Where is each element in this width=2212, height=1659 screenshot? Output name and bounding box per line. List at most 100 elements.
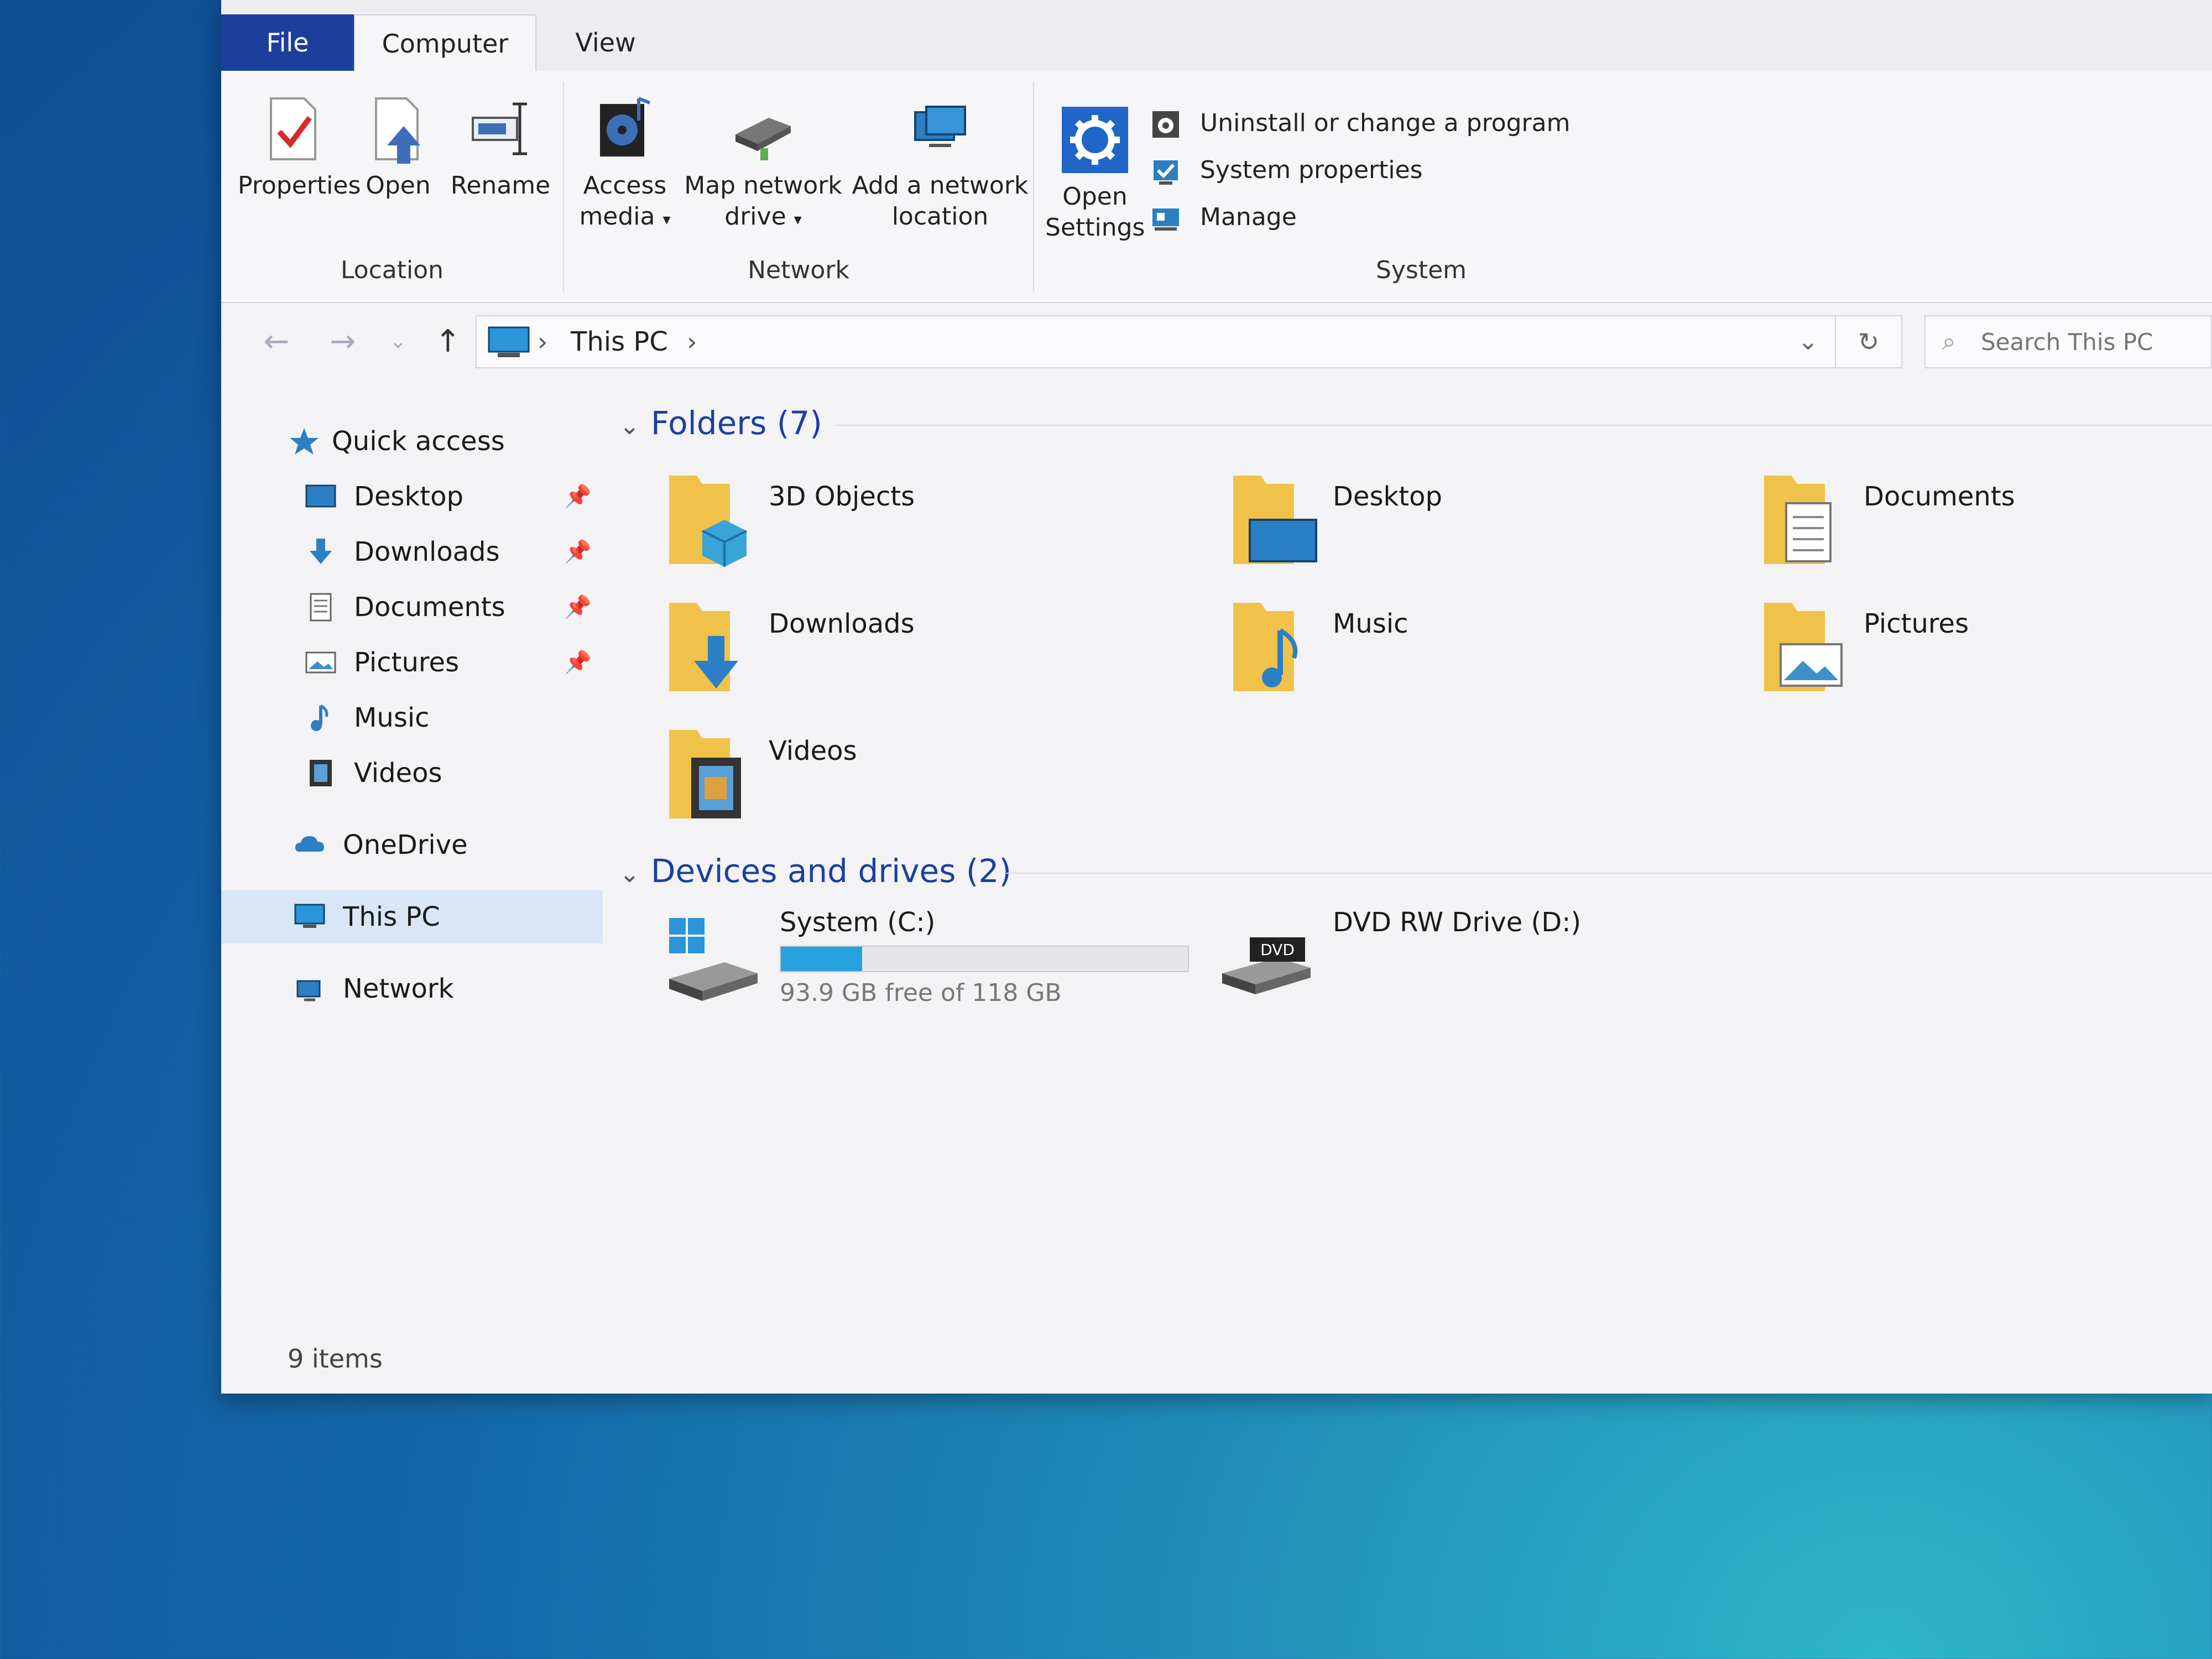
up-arrow-icon[interactable]: ↑ [426, 320, 470, 364]
rename-icon [472, 102, 527, 155]
desktop-icon [305, 484, 336, 508]
onedrive-cloud-icon [295, 836, 324, 852]
folder-desktop[interactable]: Desktop [1228, 470, 1725, 581]
tab-view[interactable]: View [553, 14, 658, 71]
properties-button[interactable]: Properties [238, 93, 361, 201]
sidebar-item-documents[interactable]: Documents 📌 [221, 581, 603, 634]
sidebar-item-pictures[interactable]: Pictures 📌 [221, 636, 603, 689]
sidebar-item-videos[interactable]: Videos [221, 747, 603, 800]
sidebar-label-desktop: Desktop [354, 481, 463, 512]
rename-button[interactable]: Rename [448, 93, 553, 201]
drive-usage-fill [781, 947, 863, 971]
breadcrumb-chevron-icon[interactable]: › [687, 316, 697, 367]
map-network-drive-label: Map network drive [684, 171, 842, 231]
add-network-location-button[interactable]: Add a network location [852, 93, 1029, 232]
folders-section-header[interactable]: ⌄ Folders (7) [619, 398, 822, 448]
pin-icon[interactable]: 📌 [564, 525, 592, 578]
gear-icon [1062, 107, 1128, 173]
folder-music[interactable]: Music [1228, 597, 1725, 708]
sidebar-item-quick-access[interactable]: Quick access [221, 415, 603, 468]
map-network-drive-button[interactable]: Map network drive ▾ [680, 93, 846, 235]
breadcrumb-this-pc[interactable]: This PC [571, 316, 668, 367]
uninstall-label: Uninstall or change a program [1200, 109, 1571, 137]
sidebar-item-downloads[interactable]: Downloads 📌 [221, 525, 603, 578]
dvd-drive-icon: DVD [1222, 937, 1311, 994]
this-pc-icon [488, 326, 530, 357]
location-group-label: Location [340, 256, 444, 284]
tab-file[interactable]: File [221, 14, 354, 71]
back-arrow-icon[interactable]: ← [254, 320, 299, 364]
sidebar-item-onedrive[interactable]: OneDrive [221, 818, 603, 872]
collapse-chevron-icon[interactable]: ⌄ [619, 401, 640, 451]
folder-3d-objects[interactable]: 3D Objects [664, 470, 1161, 581]
drives-section-title: Devices and drives (2) [650, 852, 1012, 890]
drives-section-header[interactable]: ⌄ Devices and drives (2) [619, 846, 1011, 896]
search-icon: ⌕ [1942, 327, 1956, 356]
this-pc-icon [294, 904, 325, 928]
pin-icon[interactable]: 📌 [564, 636, 592, 689]
system-properties-button[interactable]: System properties [1150, 151, 1423, 190]
pin-icon[interactable]: 📌 [564, 470, 592, 523]
music-icon [311, 704, 328, 731]
folder-name: Documents [1864, 481, 2015, 512]
windows-drive-icon [669, 918, 758, 1001]
ribbon-tabs: File Computer View [221, 0, 2212, 72]
folder-name: Desktop [1333, 481, 1442, 512]
folder-documents[interactable]: Documents [1759, 470, 2212, 581]
map-drive-chevron-icon: ▾ [794, 210, 802, 228]
address-dropdown-icon[interactable]: ⌄ [1798, 316, 1818, 367]
manage-icon [1152, 208, 1179, 231]
address-bar[interactable]: › This PC › ⌄ [476, 315, 1836, 368]
drive-name: System (C:) [780, 907, 936, 938]
properties-label: Properties [238, 171, 361, 200]
section-divider [835, 425, 2212, 426]
search-input[interactable] [1981, 324, 2202, 359]
refresh-icon[interactable]: ↻ [1836, 315, 1902, 368]
sidebar-item-music[interactable]: Music [221, 691, 603, 744]
folder-name: Videos [769, 735, 857, 766]
sidebar-label-documents: Documents [354, 592, 505, 623]
sidebar-label-quick-access: Quick access [332, 426, 505, 457]
folders-section-title: Folders (7) [650, 404, 822, 442]
drive-system-c[interactable]: System (C:) 93.9 GB free of 118 GB [664, 907, 1272, 1018]
sidebar-label-this-pc: This PC [343, 901, 440, 932]
open-button[interactable]: Open [359, 93, 437, 201]
uninstall-program-button[interactable]: Uninstall or change a program [1150, 104, 1570, 143]
open-settings-button[interactable]: Open Settings [1045, 104, 1145, 243]
ribbon: Properties Open Rename Location Access m… [221, 71, 2212, 303]
location-group: Properties Open Rename Location [221, 82, 564, 292]
videos-folder-icon [669, 730, 741, 818]
drive-usage-bar [780, 946, 1189, 972]
forward-arrow-icon[interactable]: → [321, 320, 365, 364]
star-icon [290, 428, 319, 455]
search-box[interactable]: ⌕ [1924, 315, 2212, 368]
manage-button[interactable]: Manage [1150, 198, 1297, 237]
videos-icon [310, 760, 332, 786]
sidebar-item-desktop[interactable]: Desktop 📌 [221, 470, 603, 523]
pin-icon[interactable]: 📌 [564, 581, 592, 634]
sidebar-label-network: Network [343, 973, 454, 1004]
system-properties-icon [1154, 160, 1178, 185]
downloads-icon [310, 539, 332, 564]
folder-name: Pictures [1864, 608, 1969, 639]
access-media-chevron-icon: ▾ [662, 210, 671, 228]
pictures-folder-icon [1764, 603, 1843, 691]
dvd-badge: DVD [1260, 941, 1295, 959]
system-properties-label: System properties [1200, 156, 1423, 184]
recent-locations-chevron-icon[interactable]: ⌄ [376, 320, 420, 364]
folder-downloads[interactable]: Downloads [664, 597, 1161, 708]
navigation-pane: Quick access Desktop 📌 Downloads 📌 Docum… [221, 387, 603, 1327]
folder-videos[interactable]: Videos [664, 724, 1161, 835]
drive-dvd-d[interactable]: DVD DVD RW Drive (D:) [1217, 907, 1825, 1018]
network-group-label: Network [748, 256, 849, 284]
sidebar-item-this-pc[interactable]: This PC [221, 890, 603, 943]
access-media-button[interactable]: Access media ▾ [575, 93, 675, 235]
uninstall-icon [1152, 111, 1179, 138]
open-icon [375, 97, 420, 164]
sidebar-item-network[interactable]: Network [221, 962, 603, 1015]
folder-pictures[interactable]: Pictures [1759, 597, 2212, 708]
collapse-chevron-icon[interactable]: ⌄ [619, 849, 640, 899]
tab-computer[interactable]: Computer [354, 14, 536, 71]
desktop-folder-icon [1233, 476, 1317, 564]
drive-name: DVD RW Drive (D:) [1333, 907, 1582, 938]
